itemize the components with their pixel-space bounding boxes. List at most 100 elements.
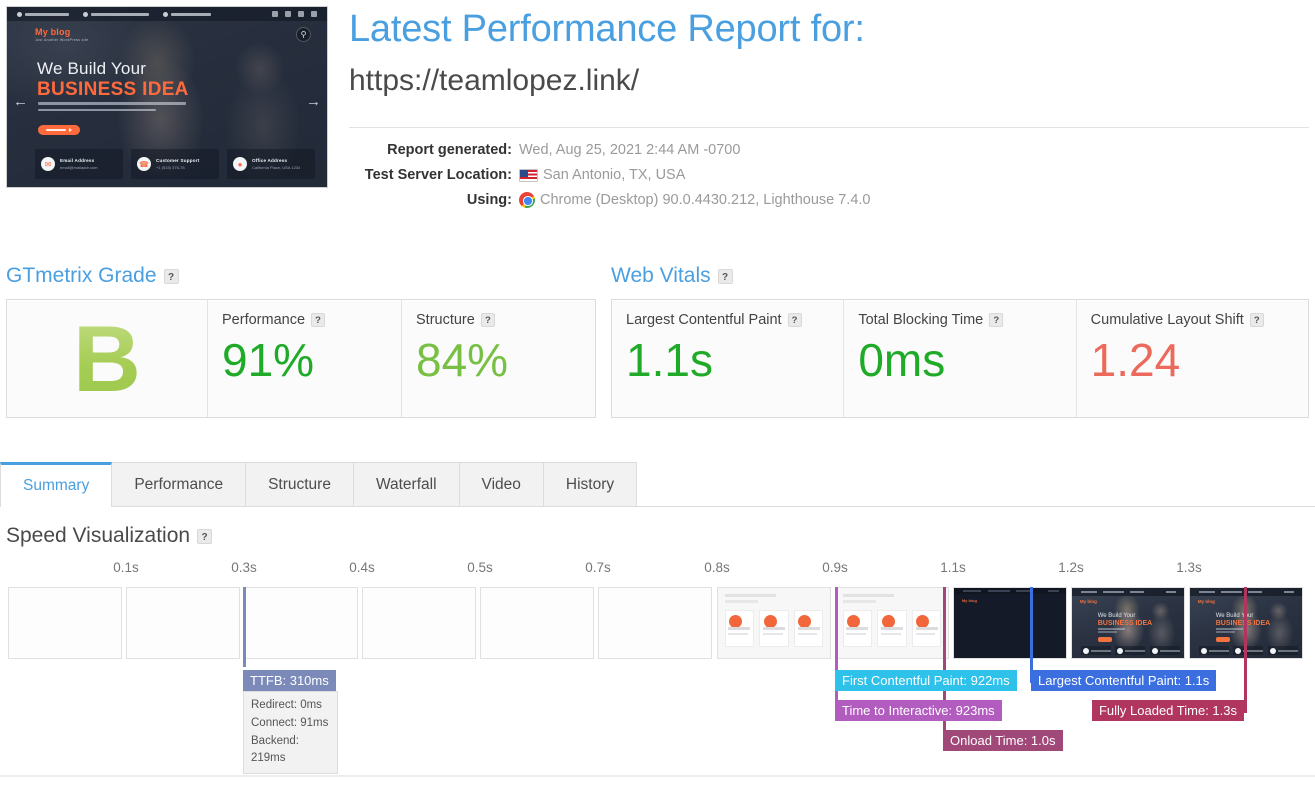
tab-performance[interactable]: Performance (112, 462, 247, 506)
frame-blank (363, 588, 475, 658)
lcp-label-row: Largest Contentful Paint ? (626, 312, 843, 328)
frame-full-render: My blog We Build Your BUSINESS IDEA (1072, 588, 1184, 658)
meta-row-using: Using: Chrome (Desktop) 90.0.4430.212, L… (349, 192, 871, 208)
tab-summary[interactable]: Summary (0, 462, 113, 507)
thumbnail-paragraph (38, 102, 186, 115)
event-label-onload-time[interactable]: Onload Time: 1.0s (943, 730, 1063, 751)
meta-label: Report generated: (387, 142, 512, 158)
thumbnail-card-office: ● Office Address California Place, USA 12… (227, 149, 315, 179)
tab-video[interactable]: Video (459, 462, 544, 506)
ttfb-detail-row: Connect: 91ms (251, 716, 329, 729)
timeline-tick: 1.1s (940, 560, 966, 575)
performance-score-cell: Performance ? 91% (207, 300, 401, 417)
thumbnail-card-title: Customer Support (156, 158, 200, 163)
event-label-fully-loaded-time[interactable]: Fully Loaded Time: 1.3s (1091, 700, 1244, 721)
help-icon[interactable]: ? (197, 528, 213, 544)
thumbnail-card-sub: California Place, USA 1234 (252, 165, 301, 170)
tab-structure[interactable]: Structure (246, 462, 354, 506)
report-generated-value: Wed, Aug 25, 2021 2:44 AM -0700 (519, 142, 741, 158)
overall-grade-cell: B (7, 300, 207, 417)
frame-blank (127, 588, 239, 658)
gtmetrix-grade-panel: B Performance ? 91% Structure ? 84% (6, 299, 596, 418)
lcp-label: Largest Contentful Paint (626, 312, 782, 328)
thumbnail-logo: My blog Just Another WordPress site (35, 27, 89, 42)
cls-cell: Cumulative Layout Shift ? 1.24 (1075, 300, 1308, 417)
help-icon[interactable]: ? (717, 268, 733, 284)
structure-label: Structure (416, 312, 475, 328)
frame-blank (9, 588, 121, 658)
timeline-ticks: 0.1s 0.3s 0.4s 0.5s 0.7s 0.8s 0.9s 1.1s 1.2s 1.3s (0, 560, 1315, 584)
filmstrip-frame[interactable] (480, 587, 594, 659)
filmstrip-frame[interactable] (126, 587, 240, 659)
filmstrip-frame[interactable]: My blog (953, 587, 1067, 659)
thumbnail-social-icons (272, 11, 317, 17)
gtmetrix-grade-title: GTmetrix Grade (6, 264, 157, 287)
filmstrip-frame[interactable] (362, 587, 476, 659)
filmstrip-frame[interactable] (835, 587, 949, 659)
ttfb-details: Redirect: 0ms Connect: 91ms Backend: 219ms (243, 691, 338, 775)
marker-line-largest-contentful-paint (1030, 587, 1033, 683)
filmstrip-frame[interactable] (244, 587, 358, 659)
performance-label-row: Performance ? (222, 312, 401, 328)
lcp-cell: Largest Contentful Paint ? 1.1s (612, 300, 843, 417)
thumbnail-email (83, 11, 149, 17)
thumbnail-card-support: ☎ Customer Support +1 (515) 376-78 (131, 149, 219, 179)
web-vitals-heading: Web Vitals ? (611, 264, 733, 288)
thumbnail-inner: My blog Just Another WordPress site ⚲ We… (7, 7, 327, 187)
site-thumbnail[interactable]: My blog Just Another WordPress site ⚲ We… (6, 6, 328, 188)
speed-visualization-filmstrip: 0.1s 0.3s 0.4s 0.5s 0.7s 0.8s 0.9s 1.1s 1.2s 1.3s… (0, 560, 1315, 775)
help-icon[interactable]: ? (787, 313, 802, 327)
meta-label: Using: (466, 192, 512, 208)
meta-row-server-location: Test Server Location: San Antonio, TX, U… (349, 167, 871, 183)
header-divider (349, 127, 1309, 128)
filmstrip-frames: My blog My blog We Build Your BUSINESS IDEA… (0, 587, 1315, 659)
help-icon[interactable]: ? (989, 313, 1004, 327)
report-url: https://teamlopez.link/ (349, 64, 640, 97)
cls-value: 1.24 (1090, 334, 1181, 386)
timeline-tick: 0.1s (113, 560, 139, 575)
marker-line-fully-loaded-time (1244, 587, 1247, 713)
grade-letter: B (73, 305, 141, 411)
timeline-tick: 0.4s (349, 560, 375, 575)
speed-visualization-title: Speed Visualization (6, 524, 191, 547)
filmstrip-frame[interactable] (717, 587, 831, 659)
frame-partial-render (836, 588, 948, 658)
help-icon[interactable]: ? (480, 313, 495, 327)
thumbnail-phone (17, 11, 69, 17)
help-icon[interactable]: ? (1249, 313, 1264, 327)
filmstrip-frame[interactable]: My blog We Build Your BUSINESS IDEA (1071, 587, 1185, 659)
report-tabs: Summary Performance Structure Waterfall … (0, 462, 1315, 507)
structure-label-row: Structure ? (416, 312, 595, 328)
event-label-ttfb[interactable]: TTFB: 310ms (243, 670, 336, 691)
map-pin-icon: ● (233, 157, 247, 171)
tbt-cell: Total Blocking Time ? 0ms (843, 300, 1075, 417)
tab-history[interactable]: History (543, 462, 638, 506)
thumbnail-logo-text: My blog (35, 27, 71, 37)
meta-value: San Antonio, TX, USA (519, 167, 685, 183)
web-vitals-title: Web Vitals (611, 264, 711, 287)
event-label-first-contentful-paint[interactable]: First Contentful Paint: 922ms (835, 670, 1017, 691)
timeline-tick: 0.9s (822, 560, 848, 575)
event-label-time-to-interactive[interactable]: Time to Interactive: 923ms (835, 700, 1002, 721)
thumbnail-logo-subtitle: Just Another WordPress site (35, 38, 89, 42)
chrome-icon (519, 192, 535, 208)
performance-label: Performance (222, 312, 306, 328)
filmstrip-frame[interactable] (598, 587, 712, 659)
thumbnail-ask-question (163, 11, 211, 17)
tbt-value: 0ms (858, 334, 946, 386)
filmstrip-frame[interactable] (8, 587, 122, 659)
gtmetrix-report-page: My blog Just Another WordPress site ⚲ We… (0, 0, 1315, 786)
support-icon: ☎ (137, 157, 151, 171)
thumbnail-card-email: ✉ Email Address email@mailaddr.com (35, 149, 123, 179)
frame-partial-render (718, 588, 830, 658)
performance-value: 91% (222, 334, 315, 386)
thumbnail-card-sub: email@mailaddr.com (60, 165, 98, 170)
help-icon[interactable]: ? (311, 313, 326, 327)
tab-waterfall[interactable]: Waterfall (353, 462, 460, 506)
gtmetrix-grade-heading: GTmetrix Grade ? (6, 264, 179, 288)
ttfb-detail-row: Backend: 219ms (251, 734, 299, 765)
us-flag-icon (519, 168, 538, 182)
cls-label-row: Cumulative Layout Shift ? (1091, 312, 1308, 328)
help-icon[interactable]: ? (163, 268, 179, 284)
event-label-largest-contentful-paint[interactable]: Largest Contentful Paint: 1.1s (1031, 670, 1217, 691)
